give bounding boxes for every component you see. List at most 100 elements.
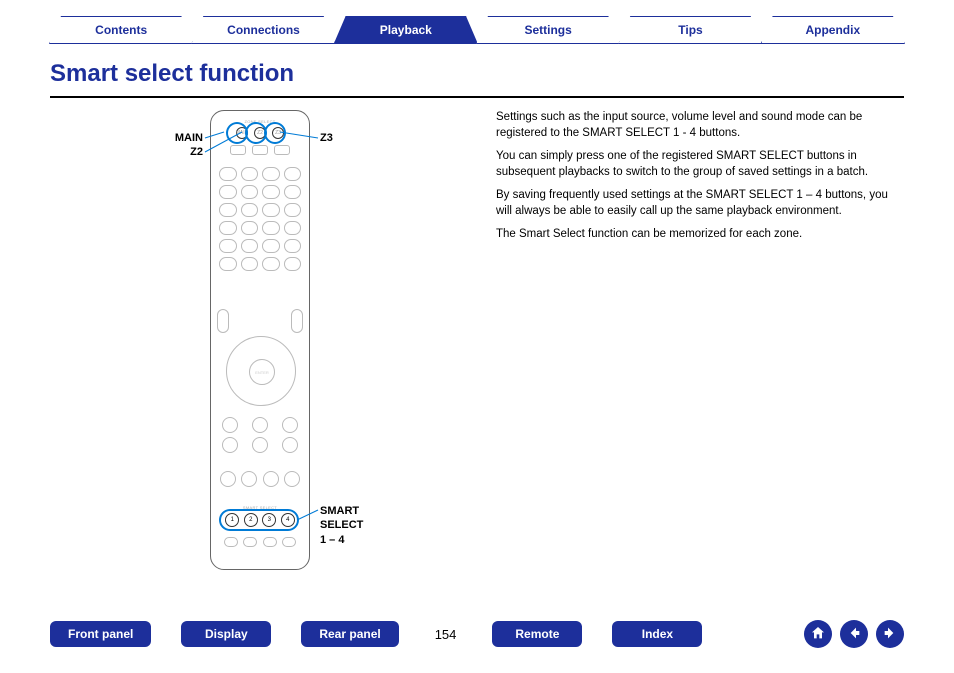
heading-rule [50,96,904,98]
body-p1: Settings such as the input source, volum… [496,110,904,141]
generic-remote-btn [224,537,238,547]
generic-remote-btn [219,257,237,271]
generic-remote-btn [282,537,296,547]
link-display[interactable]: Display [181,621,271,647]
pill-label: Rear panel [319,627,380,641]
generic-remote-btn [284,185,302,199]
arrow-right-icon [882,625,898,644]
arrow-left-icon [846,625,862,644]
link-index[interactable]: Index [612,621,702,647]
home-button[interactable] [804,620,832,648]
content-area: ZONE SELECT MAIN Z2 Z3 [50,110,904,593]
callout-smart-select: SMART SELECT 1 – 4 [320,504,363,547]
body-p3: By saving frequently used settings at th… [496,188,904,219]
body-p2: You can simply press one of the register… [496,149,904,180]
generic-remote-btn [284,239,302,253]
link-remote[interactable]: Remote [492,621,582,647]
pill-label: Front panel [68,627,133,641]
generic-remote-btn [219,167,237,181]
pill-label: Index [642,627,673,641]
home-icon [810,625,826,644]
highlight-main [228,124,246,142]
tab-playback[interactable]: Playback [334,16,478,44]
generic-remote-btn [263,471,279,487]
link-rear-panel[interactable]: Rear panel [301,621,398,647]
next-page-button[interactable] [876,620,904,648]
highlight-z3 [266,124,284,142]
tab-contents[interactable]: Contents [49,16,193,44]
generic-remote-btn [230,145,246,155]
generic-remote-btn [241,221,259,235]
generic-remote-btn [217,309,229,333]
smart-select-microlabel: SMART SELECT [211,505,309,510]
generic-remote-btn [241,203,259,217]
tab-label: Tips [678,23,702,37]
callout-main: MAIN [163,132,203,144]
generic-remote-btn [222,417,238,433]
tab-settings[interactable]: Settings [476,16,620,44]
page-title: Smart select function [50,60,294,88]
body-text-column: Settings such as the input source, volum… [490,110,904,593]
generic-remote-btn [262,203,280,217]
generic-remote-btn [241,239,259,253]
generic-remote-btn [282,417,298,433]
generic-remote-btn [262,257,280,271]
tab-label: Settings [524,23,571,37]
callout-z3: Z3 [320,132,333,144]
callout-z2: Z2 [163,146,203,158]
ch-vol-row [217,309,303,333]
page-number: 154 [429,627,463,642]
pill-label: Display [205,627,248,641]
sound-mode-row [221,537,299,547]
generic-remote-btn [291,309,303,333]
dpad-ring: ENTER [226,336,296,406]
menu-row [217,417,303,453]
nav-icon-group [804,620,904,648]
generic-remote-btn [284,257,302,271]
generic-remote-btn [263,537,277,547]
generic-remote-btn [262,185,280,199]
top-tab-bar: Contents Connections Playback Settings T… [50,16,904,44]
generic-remote-btn [284,221,302,235]
tab-label: Playback [380,23,432,37]
tab-appendix[interactable]: Appendix [761,16,905,44]
generic-remote-btn [241,185,259,199]
generic-remote-btn [282,437,298,453]
generic-remote-btn [241,471,257,487]
generic-remote-btn [284,471,300,487]
link-front-panel[interactable]: Front panel [50,621,151,647]
generic-remote-btn [274,145,290,155]
illustration-column: ZONE SELECT MAIN Z2 Z3 [50,110,490,593]
generic-remote-btn [219,185,237,199]
generic-remote-btn [284,167,302,181]
bottom-nav: Front panel Display Rear panel 154 Remot… [50,619,904,649]
remote-illustration: ZONE SELECT MAIN Z2 Z3 [210,110,310,570]
generic-remote-btn [220,471,236,487]
enter-btn: ENTER [249,359,275,385]
generic-remote-btn [243,537,257,547]
generic-remote-btn [219,203,237,217]
body-p4: The Smart Select function can be memoriz… [496,227,904,243]
pill-label: Remote [515,627,559,641]
generic-remote-btn [241,167,259,181]
tab-label: Connections [227,23,300,37]
generic-remote-btn [252,145,268,155]
generic-remote-btn [262,221,280,235]
zone-select-microlabel: ZONE SELECT [211,119,309,124]
generic-remote-btn [252,417,268,433]
tab-connections[interactable]: Connections [191,16,335,44]
generic-remote-btn [262,239,280,253]
generic-remote-btn [222,437,238,453]
tune-row [217,471,303,487]
generic-remote-btn [219,221,237,235]
generic-remote-btn [252,437,268,453]
tab-tips[interactable]: Tips [618,16,762,44]
generic-remote-btn [284,203,302,217]
source-grid [219,167,301,271]
highlight-z2 [247,124,265,142]
generic-remote-btn [262,167,280,181]
prev-page-button[interactable] [840,620,868,648]
generic-remote-btn [219,239,237,253]
highlight-smart-select [221,511,297,529]
tab-label: Appendix [805,23,860,37]
